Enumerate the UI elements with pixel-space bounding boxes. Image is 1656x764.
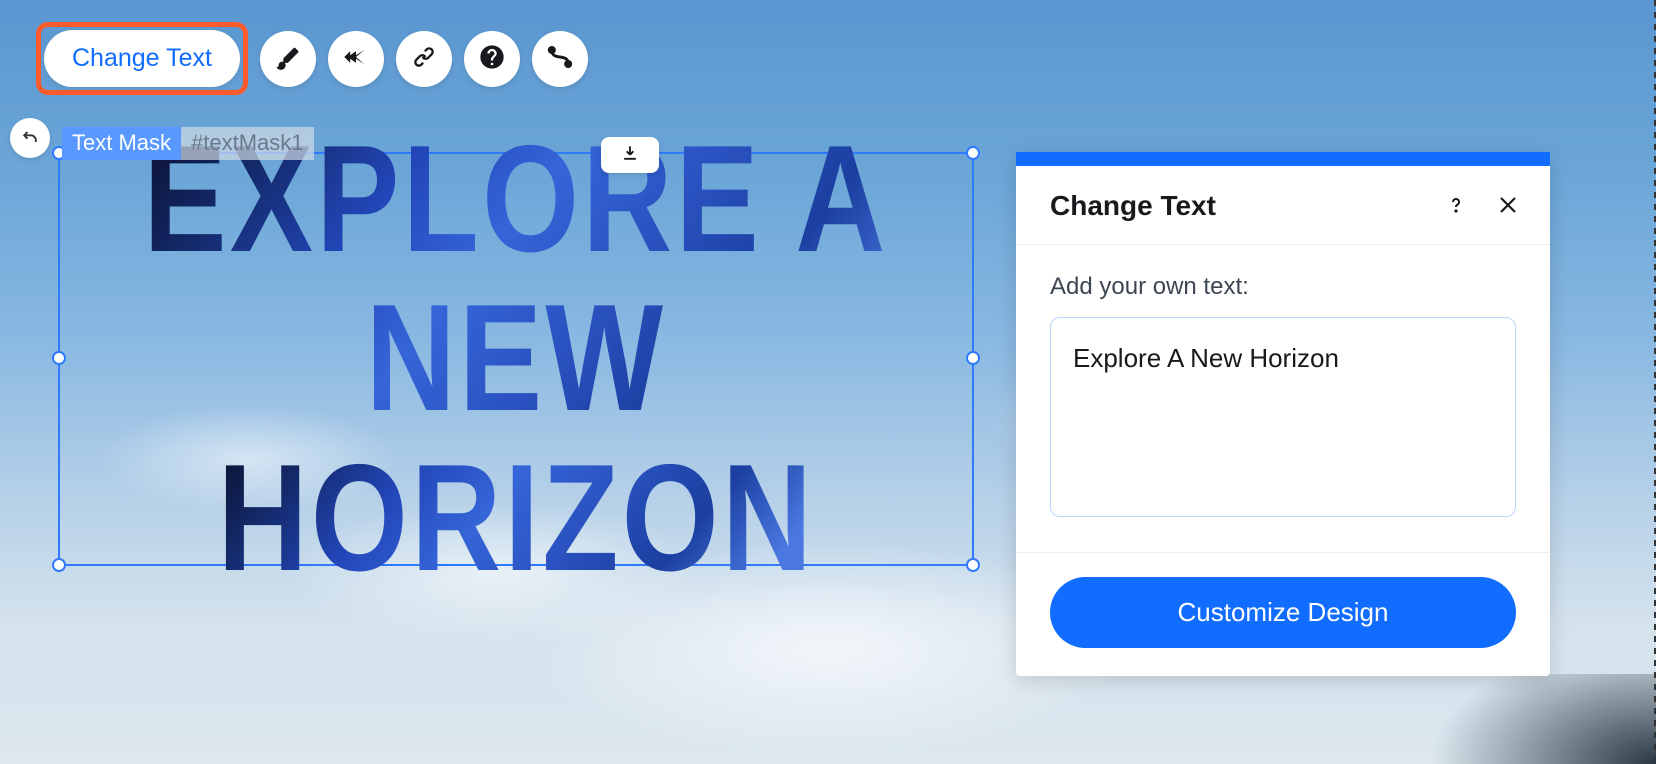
panel-footer: Customize Design — [1016, 552, 1550, 676]
link-icon — [410, 43, 438, 74]
change-text-highlight: Change Text — [36, 22, 248, 95]
panel-help-button[interactable] — [1444, 193, 1468, 220]
undo-button[interactable] — [10, 118, 50, 158]
panel-body: Add your own text: — [1016, 245, 1550, 530]
selection-labels: Text Mask #textMask1 — [62, 127, 314, 160]
animation-icon — [342, 43, 370, 74]
text-mask-element[interactable]: EXPLORE A NEW HORIZON — [60, 154, 972, 564]
panel-title: Change Text — [1050, 190, 1216, 222]
resize-handle-ml[interactable] — [52, 351, 66, 365]
text-mask-line-2: HORIZON — [217, 439, 815, 599]
animation-button[interactable] — [328, 31, 384, 87]
undo-icon — [20, 127, 40, 150]
text-input[interactable] — [1050, 317, 1516, 517]
element-type-label: Text Mask — [62, 127, 181, 160]
element-toolbar: Change Text — [36, 22, 588, 95]
foreground-shadow — [1336, 674, 1656, 764]
panel-header: Change Text — [1016, 166, 1550, 245]
resize-handle-br[interactable] — [966, 558, 980, 572]
customize-design-button[interactable]: Customize Design — [1050, 577, 1516, 648]
element-id-label: #textMask1 — [181, 127, 314, 160]
design-button[interactable] — [260, 31, 316, 87]
path-button[interactable] — [532, 31, 588, 87]
text-field-label: Add your own text: — [1050, 273, 1516, 301]
curve-icon — [546, 43, 574, 74]
selection-box[interactable]: EXPLORE A NEW HORIZON — [58, 152, 974, 566]
resize-handle-bl[interactable] — [52, 558, 66, 572]
download-icon — [620, 143, 640, 168]
change-text-button[interactable]: Change Text — [44, 30, 240, 87]
resize-handle-mr[interactable] — [966, 351, 980, 365]
help-icon — [478, 43, 506, 74]
change-text-panel: Change Text Add your own text: Customize… — [1016, 152, 1550, 676]
resize-handle-tr[interactable] — [966, 146, 980, 160]
close-icon — [1496, 193, 1520, 220]
panel-close-button[interactable] — [1496, 193, 1520, 220]
paintbrush-icon — [274, 43, 302, 74]
question-icon — [1444, 193, 1468, 220]
link-button[interactable] — [396, 31, 452, 87]
download-handle[interactable] — [601, 137, 659, 173]
panel-accent-bar — [1016, 152, 1550, 166]
text-mask-line-1: EXPLORE A NEW — [142, 120, 890, 439]
help-button[interactable] — [464, 31, 520, 87]
